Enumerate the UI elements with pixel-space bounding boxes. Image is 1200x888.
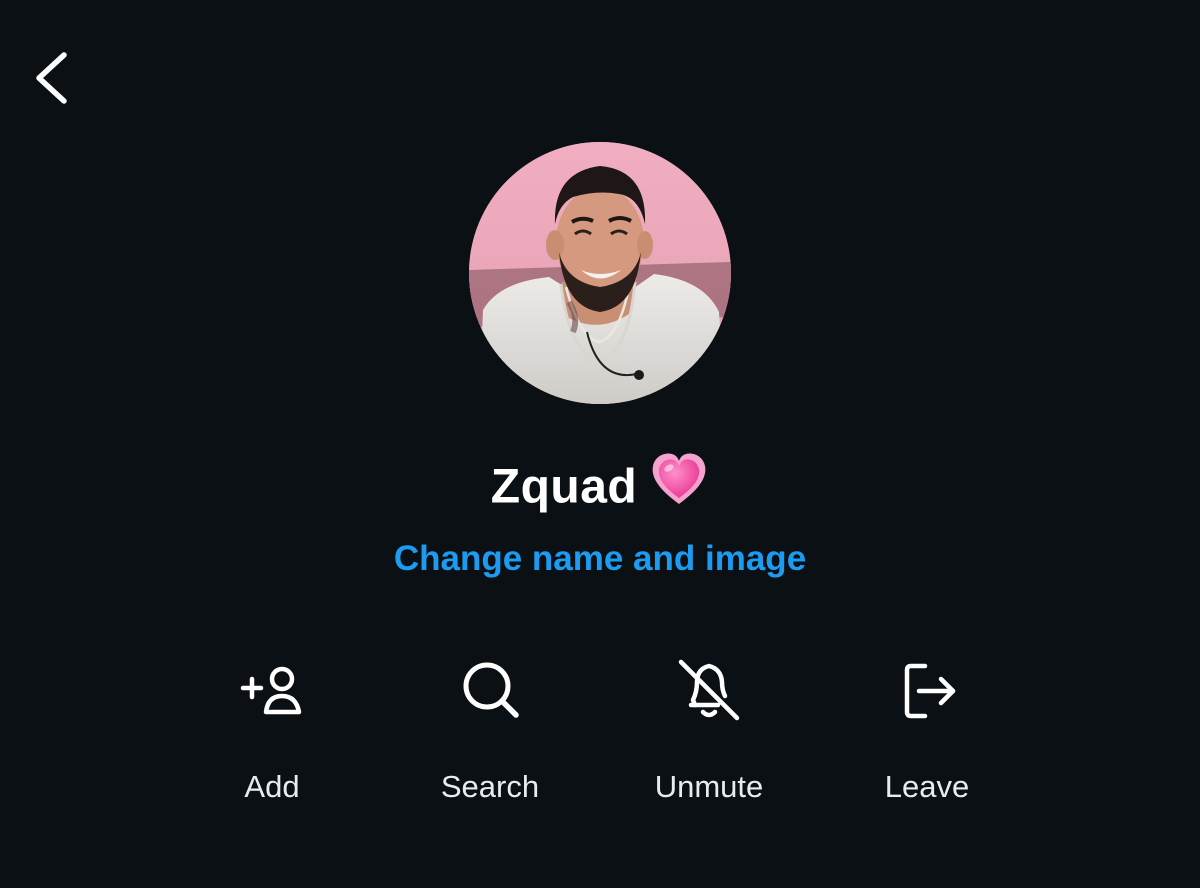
unmute-button[interactable]: Unmute — [609, 650, 809, 820]
group-avatar[interactable] — [469, 142, 731, 404]
chevron-left-icon — [36, 52, 67, 104]
heart-emoji — [649, 450, 709, 522]
change-name-and-image-link[interactable]: Change name and image — [0, 536, 1200, 582]
back-button[interactable] — [22, 40, 92, 116]
avatar-photo — [469, 142, 731, 404]
add-person-icon — [232, 650, 312, 730]
leave-button[interactable]: Leave — [827, 650, 1027, 820]
search-icon — [450, 650, 530, 730]
group-name-row: Zquad — [0, 453, 1200, 526]
add-label: Add — [244, 769, 300, 804]
add-button[interactable]: Add — [172, 650, 372, 820]
unmute-label: Unmute — [654, 769, 764, 804]
bell-muted-icon — [669, 650, 749, 730]
leave-label: Leave — [884, 769, 970, 804]
search-label: Search — [440, 769, 540, 804]
heart-icon — [652, 453, 706, 504]
group-name: Zquad — [490, 460, 638, 514]
leave-icon — [887, 650, 967, 730]
group-info-screen: Zquad Change name and image Add Search U… — [0, 0, 1200, 888]
action-bar: Add Search Unmute Leave — [0, 650, 1200, 830]
search-button[interactable]: Search — [390, 650, 590, 820]
